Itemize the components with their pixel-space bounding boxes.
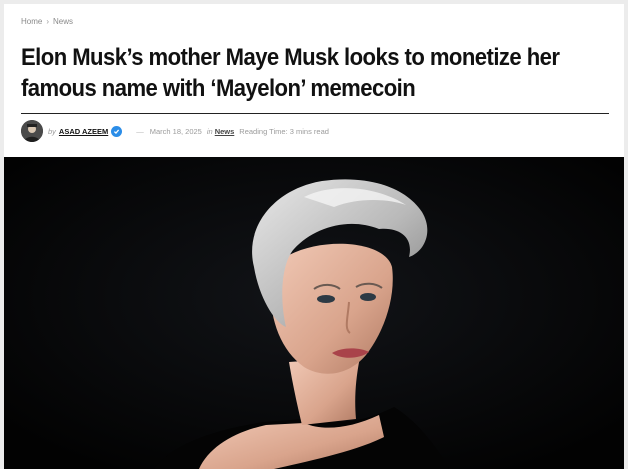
category-prefix: in xyxy=(206,126,213,136)
author-avatar[interactable] xyxy=(21,120,43,142)
hero-image xyxy=(4,157,624,469)
article-meta: by ASAD AZEEM — March 18, 2025 in News R… xyxy=(21,120,329,142)
portrait-illustration xyxy=(4,157,624,469)
breadcrumb-news-link[interactable]: News xyxy=(53,17,73,26)
category-link[interactable]: News xyxy=(215,127,235,136)
article-title: Elon Musk’s mother Maye Musk looks to mo… xyxy=(21,44,560,102)
reading-time: Reading Time: 3 mins read xyxy=(239,126,329,136)
breadcrumb-home-link[interactable]: Home xyxy=(21,17,42,26)
article-card: Home › News Elon Musk’s mother Maye Musk… xyxy=(4,4,624,469)
byline-prefix: by xyxy=(48,126,56,136)
chevron-right-icon: › xyxy=(46,17,50,26)
author-link[interactable]: ASAD AZEEM xyxy=(59,127,108,136)
meta-separator: — xyxy=(136,126,144,136)
breadcrumb: Home › News xyxy=(21,17,73,26)
title-divider xyxy=(21,113,609,114)
verified-badge-icon xyxy=(111,125,123,137)
publish-date: March 18, 2025 xyxy=(149,126,202,136)
